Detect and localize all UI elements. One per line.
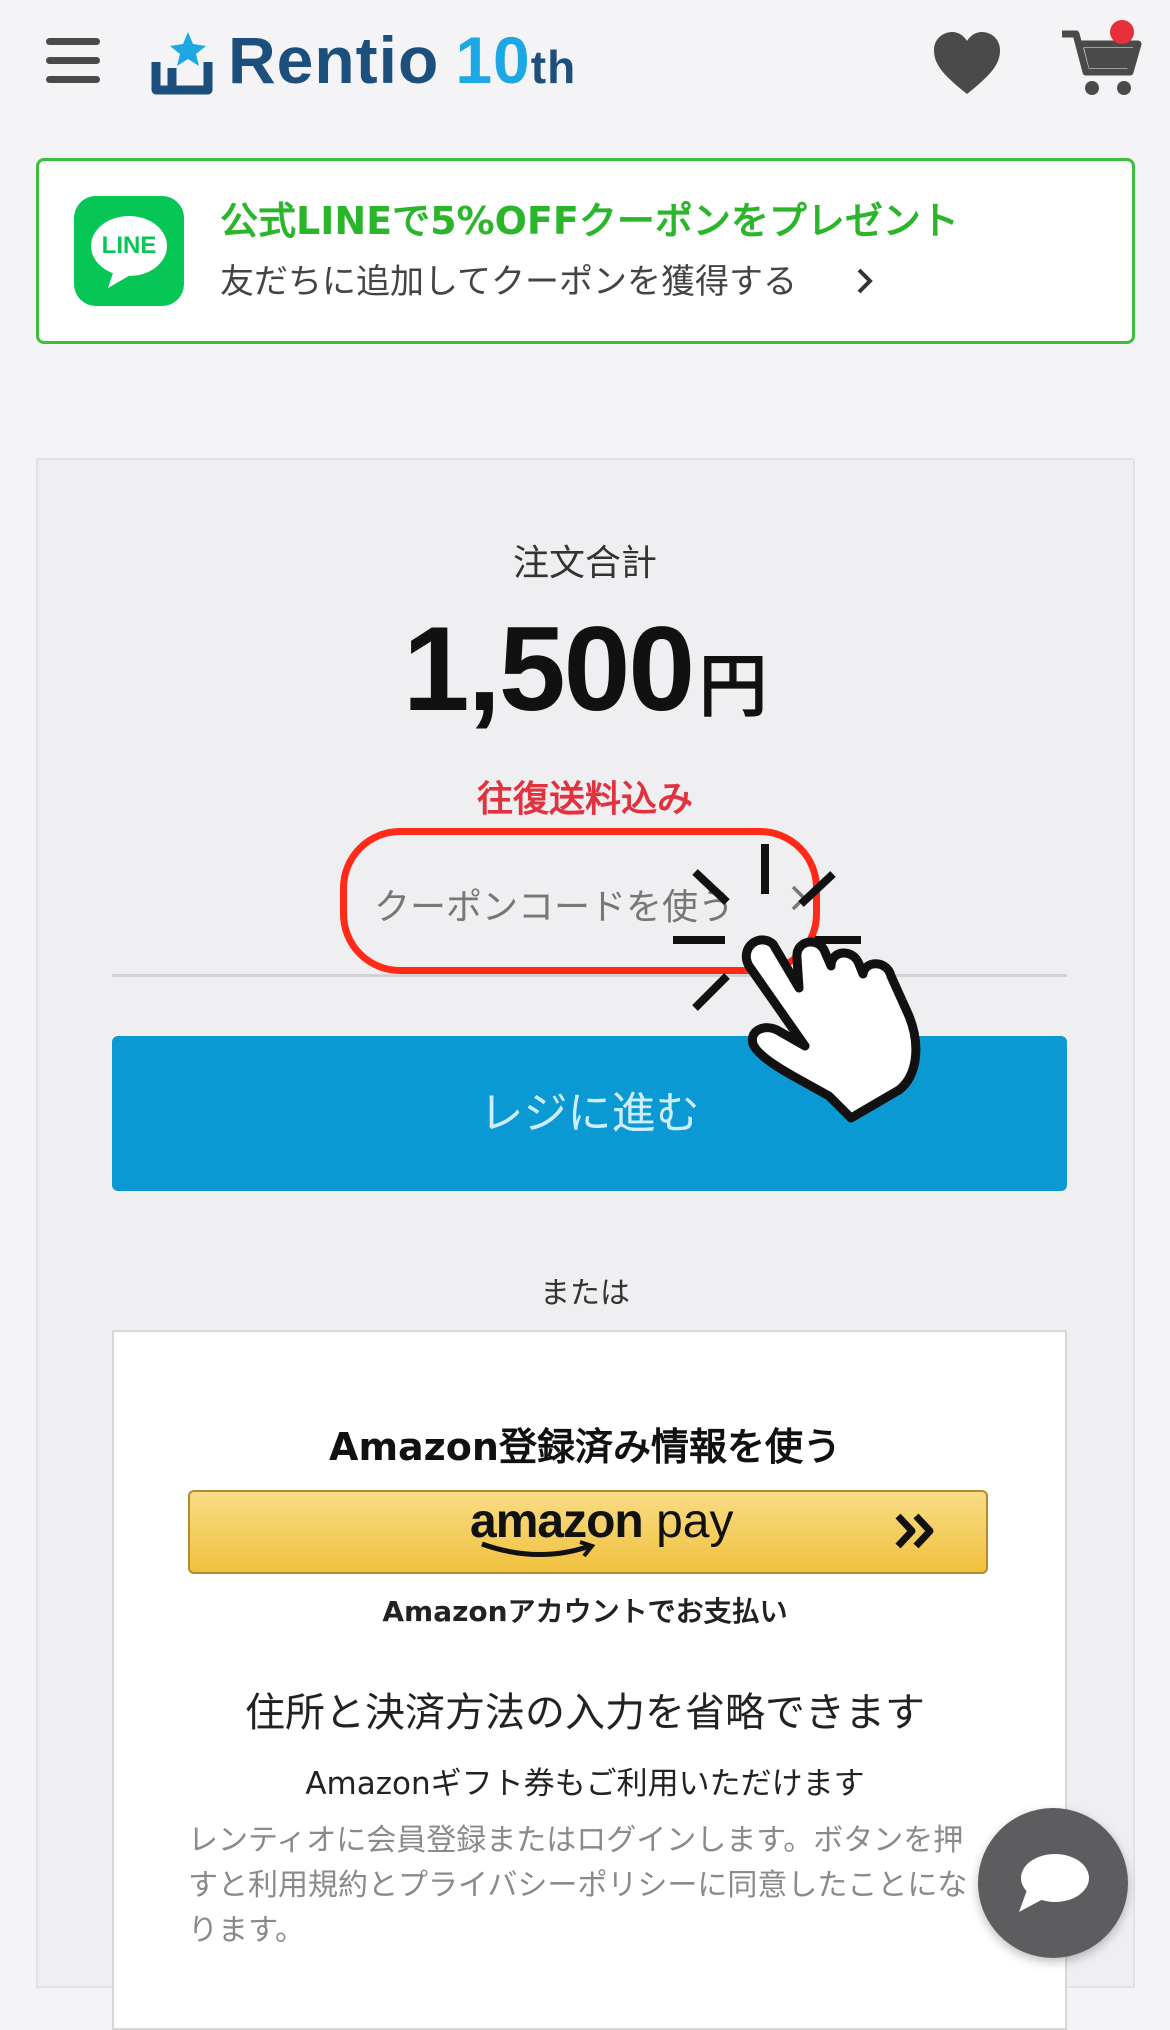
heart-icon[interactable]	[932, 30, 1002, 96]
order-total-amount: 1,500	[402, 602, 695, 736]
line-coupon-banner[interactable]	[36, 158, 1135, 344]
hamburger-icon[interactable]	[46, 38, 100, 84]
checkout-button[interactable]: レジに進む	[112, 1036, 1067, 1191]
cart-badge	[1110, 20, 1134, 44]
amazon-smile-icon	[481, 1540, 596, 1558]
pay-logo-word: pay	[656, 1495, 734, 1548]
shipping-included-note: 往復送料込み	[476, 779, 693, 820]
logo-house-icon	[151, 32, 213, 95]
chevron-right-icon	[857, 268, 873, 294]
rentio-logo[interactable]: Rentio 10th	[150, 18, 610, 108]
order-total-label: 注文合計	[512, 543, 657, 584]
line-banner-subtitle: 友だちに追加してクーポンを獲得する	[220, 262, 797, 302]
double-chevron-icon	[895, 1513, 934, 1549]
logo-badge: 10	[455, 23, 531, 97]
chat-bubble-icon	[1019, 1854, 1089, 1912]
amazon-benefit-text: 住所と決済方法の入力を省略できます	[245, 1690, 925, 1736]
coupon-divider	[112, 974, 1067, 977]
amazon-gift-note: Amazonギフト券もご利用いただけます	[305, 1766, 865, 1802]
amazon-terms-note: レンティオに会員登録またはログインします。ボタンを押すと利用規約とプライバシーポ…	[188, 1823, 968, 1948]
line-logo-text: LINE	[101, 232, 157, 259]
coupon-highlight-ring	[340, 828, 820, 974]
line-banner-title: 公式LINEで5%OFFクーポンをプレゼント	[220, 199, 959, 243]
currency-label: 円	[699, 648, 768, 727]
order-total-price: 1,500円	[0, 600, 1170, 738]
line-logo-icon: LINE	[74, 196, 184, 306]
logo-name: Rentio	[228, 23, 440, 97]
amazon-pay-title: Amazon登録済み情報を使う	[329, 1425, 841, 1469]
amazon-pay-caption: Amazonアカウントでお支払い	[382, 1595, 788, 1628]
or-divider-label: または	[540, 1276, 630, 1311]
logo-badge-suffix: th	[530, 41, 577, 93]
